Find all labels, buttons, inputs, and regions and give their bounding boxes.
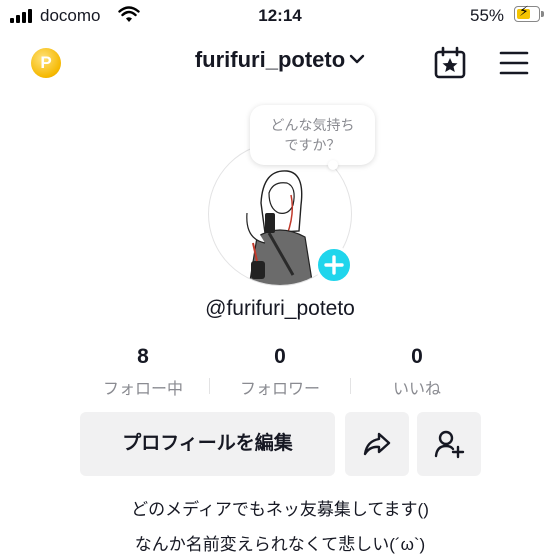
bio-line: なんか名前変えられなくて悲しい(´ω`) (134, 535, 426, 554)
share-icon (363, 432, 391, 456)
battery-tip (541, 11, 544, 17)
mood-prompt-line1: どんな気持ち (270, 117, 355, 133)
stat-value: 0 (411, 345, 423, 368)
stat-label: フォロー中 (102, 381, 183, 398)
profile-handle: @furifuri_poteto (205, 297, 355, 320)
stat-value: 0 (274, 345, 286, 368)
account-switcher[interactable]: furifuri_poteto (0, 47, 560, 73)
mood-prompt-line2: ですか？ (284, 137, 341, 153)
stat-label: フォロワー (239, 381, 320, 398)
add-avatar-button[interactable] (315, 246, 353, 284)
add-friend-icon (434, 430, 465, 459)
share-profile-button[interactable] (345, 412, 409, 476)
bio-line: どのメディアでもネッ友募集してます() (131, 500, 429, 519)
chevron-down-icon (349, 52, 365, 70)
stat-label: いいね (392, 381, 441, 398)
calendar-star-icon[interactable] (433, 46, 467, 80)
plus-icon (324, 255, 344, 275)
battery-percent: 55% (470, 6, 505, 25)
mood-prompt-bubble[interactable]: どんな気持ち ですか？ (250, 105, 375, 165)
edit-profile-button[interactable]: プロフィールを編集 (80, 412, 335, 476)
stat-followers[interactable]: 0 フォロワー (210, 345, 350, 399)
stat-following[interactable]: 8 フォロー中 (73, 345, 213, 399)
header-username: furifuri_poteto (194, 47, 346, 72)
stat-value: 8 (137, 345, 149, 368)
charging-bolt-icon: ⚡ (519, 4, 529, 20)
bubble-tail (328, 160, 338, 170)
stat-likes[interactable]: 0 いいね (347, 345, 487, 399)
status-bar: docomo 12:14 55% ⚡ (0, 0, 560, 34)
menu-icon[interactable] (498, 50, 530, 76)
add-friend-button[interactable] (417, 412, 481, 476)
